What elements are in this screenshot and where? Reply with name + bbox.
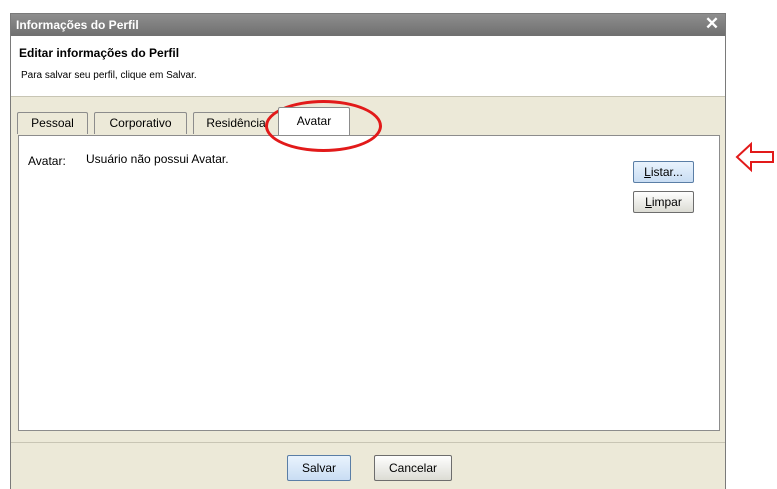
window-title: Informações do Perfil [16, 18, 139, 32]
clear-button-mnemonic: L [645, 195, 652, 209]
avatar-panel: Avatar: Usuário não possui Avatar. Lista… [18, 135, 720, 431]
clear-button[interactable]: Limpar [633, 191, 694, 213]
tab-residencia[interactable]: Residência [193, 112, 279, 134]
avatar-label: Avatar: [28, 154, 66, 168]
clear-button-label: impar [651, 195, 682, 209]
close-icon[interactable]: ✕ [703, 15, 721, 33]
tab-avatar[interactable]: Avatar [278, 107, 350, 135]
dialog-header: Editar informações do Perfil Para salvar… [11, 36, 725, 97]
footer-separator [11, 442, 725, 443]
list-button-label: istar... [650, 165, 683, 179]
list-button[interactable]: Listar... [633, 161, 694, 183]
tab-corporativo[interactable]: Corporativo [94, 112, 187, 134]
header-subtitle: Para salvar seu perfil, clique em Salvar… [21, 70, 197, 81]
tab-pessoal[interactable]: Pessoal [17, 112, 88, 134]
save-button[interactable]: Salvar [287, 455, 351, 481]
cancel-button[interactable]: Cancelar [374, 455, 452, 481]
title-bar[interactable]: Informações do Perfil ✕ [11, 14, 725, 36]
header-title: Editar informações do Perfil [19, 46, 180, 60]
avatar-status-text: Usuário não possui Avatar. [86, 152, 229, 166]
profile-info-dialog: Informações do Perfil ✕ Editar informaçõ… [10, 13, 726, 489]
list-button-mnemonic: L [644, 165, 651, 179]
left-arrow-outline-icon [735, 141, 774, 173]
